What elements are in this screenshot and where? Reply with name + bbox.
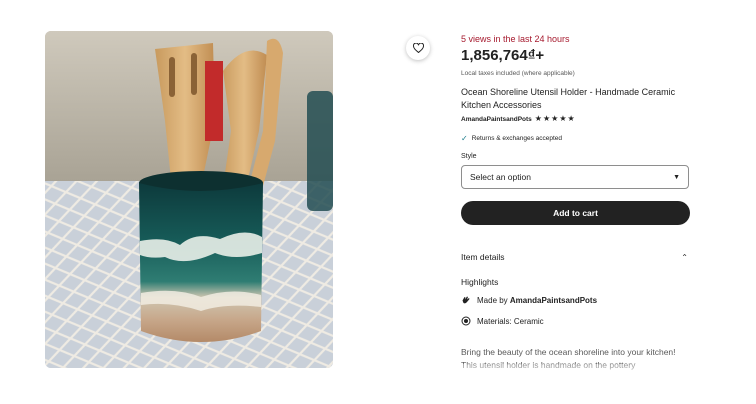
materials-icon [461,316,471,326]
chevron-up-icon: ⌃ [681,252,688,262]
listing-title: Ocean Shoreline Utensil Holder - Handmad… [461,87,676,110]
views-count: 5 views in the last 24 hours [461,34,570,44]
returns-info: ✓ Returns & exchanges accepted [461,134,562,143]
made-by-prefix: Made by [477,295,510,305]
hands-icon [461,295,471,305]
caret-down-icon: ▼ [673,173,680,181]
product-photo [45,31,333,368]
item-details-toggle[interactable]: Item details ⌃ [461,252,688,262]
style-label: Style [461,153,477,160]
made-by-name[interactable]: AmandaPaintsandPots [510,296,597,305]
star-rating: ★ ★ ★ ★ ★ [535,115,575,123]
returns-text: Returns & exchanges accepted [471,135,563,142]
price: 1,856,764₫+ [461,47,545,64]
seller-link[interactable]: AmandaPaintsandPots [461,116,532,123]
star-icon: ★ [534,114,542,123]
tax-note: Local taxes included (where applicable) [461,70,575,77]
style-select-value: Select an option [470,172,531,182]
highlights-heading: Highlights [461,277,499,287]
heart-icon [412,43,424,53]
item-details-heading: Item details [461,252,505,262]
star-icon: ★ [542,114,551,123]
description-fade [455,364,705,404]
style-select[interactable]: Select an option ▼ [461,165,689,189]
materials-text: Materials: Ceramic [477,316,544,326]
star-icon: ★ [567,114,575,123]
check-icon: ✓ [461,134,468,143]
star-icon: ★ [551,114,559,123]
highlight-made-by: Made by AmandaPaintsandPots [461,295,597,305]
favorite-button[interactable] [406,36,430,60]
star-icon: ★ [559,114,567,123]
seller-rating-row: AmandaPaintsandPots ★ ★ ★ ★ ★ [461,115,575,123]
highlight-materials: Materials: Ceramic [461,316,544,326]
add-to-cart-button[interactable]: Add to cart [461,201,690,225]
product-image[interactable] [45,31,333,368]
